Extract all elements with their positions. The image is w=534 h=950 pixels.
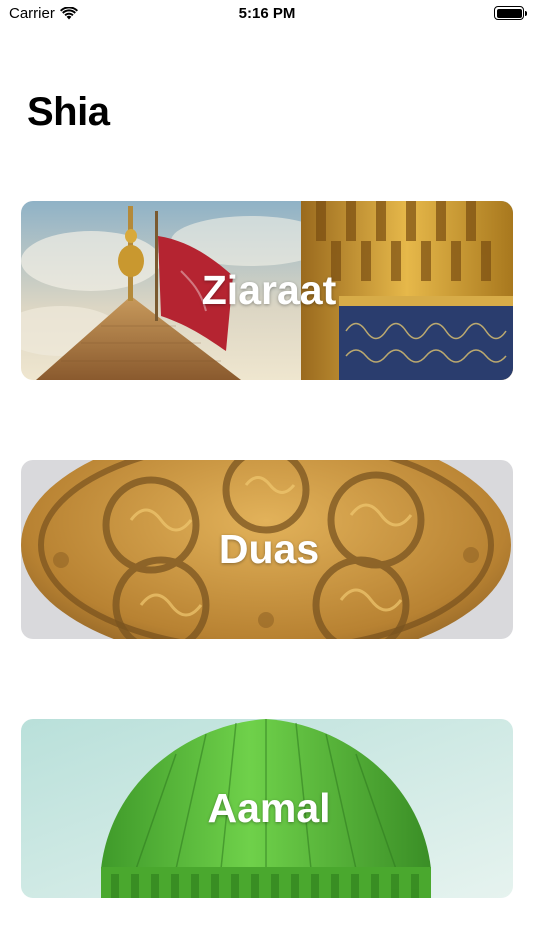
aamal-label: Aamal	[207, 785, 331, 831]
duas-label: Duas	[218, 526, 320, 572]
page-title: Shia	[27, 90, 110, 134]
ziaraat-label: Ziaraat	[201, 267, 337, 313]
status-time: 5:16 PM	[238, 5, 296, 22]
ziaraat-card[interactable]: Ziaraat	[21, 201, 513, 380]
status-bar: Carrier 5:16 PM	[0, 0, 534, 28]
duas-card[interactable]: Duas	[21, 460, 513, 639]
battery-full-icon	[494, 6, 527, 20]
aamal-card[interactable]: Aamal	[21, 719, 513, 898]
